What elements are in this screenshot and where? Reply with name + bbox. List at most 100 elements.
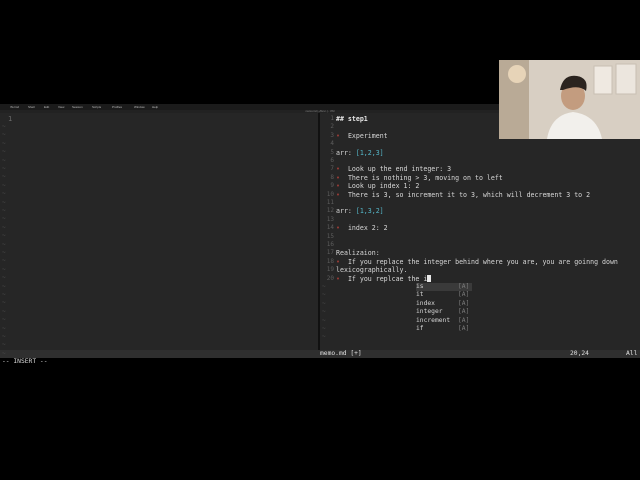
empty-line-marker: ~ — [2, 207, 6, 214]
bullet-marker: • — [336, 165, 340, 174]
editor-line[interactable]: • Look up the end integer: 3 — [336, 165, 451, 173]
line-number: 3 — [330, 131, 334, 139]
completion-label: increment — [416, 316, 451, 324]
completion-label: is — [416, 283, 424, 290]
line-text: Look up index 1: 2 — [347, 182, 420, 191]
empty-line-marker: ~ — [2, 123, 6, 130]
completion-item[interactable]: index [A] — [416, 300, 472, 308]
person-video-icon — [499, 60, 640, 139]
empty-line-marker: ~ — [2, 131, 6, 139]
line-number: 17 — [326, 249, 334, 257]
line-number: 5 — [330, 148, 334, 156]
empty-line-marker: ~ — [2, 139, 6, 147]
completion-item[interactable]: if [A] — [416, 325, 472, 333]
line-text: lexicographically. — [336, 266, 408, 275]
empty-line-marker: ~ — [2, 257, 6, 265]
editor-line[interactable]: • index 2: 2 — [336, 224, 388, 232]
line-text: Look up the end integer: 3 — [347, 165, 452, 174]
empty-line-marker: ~ — [2, 173, 6, 181]
bullet-marker: • — [336, 257, 340, 266]
text-cursor — [427, 274, 432, 282]
bullet-marker: • — [336, 173, 340, 182]
array-literal: [1,2,3] — [355, 148, 384, 157]
line-number: 7 — [330, 165, 334, 173]
editor-line[interactable]: ## step1 — [336, 115, 368, 123]
empty-line-marker: ~ — [2, 307, 6, 315]
webcam-overlay — [499, 60, 640, 139]
line-number: 20 — [326, 274, 334, 282]
completion-item[interactable]: is [A] — [416, 283, 472, 292]
editor-line[interactable]: • Look up index 1: 2 — [336, 182, 419, 190]
empty-line-marker: ~ — [2, 249, 6, 256]
empty-line-marker: ~ — [2, 198, 6, 206]
line-text: Experiment — [347, 131, 388, 140]
completion-kind: [A] — [458, 299, 470, 307]
empty-line-marker: ~ — [322, 325, 326, 332]
editor-line[interactable]: Realizaion: — [336, 249, 380, 257]
line-number: 9 — [330, 182, 334, 190]
empty-line-marker: ~ — [2, 341, 6, 349]
line-number: 15 — [326, 232, 334, 240]
status-filename: memo.md [+] — [320, 350, 362, 357]
completion-item[interactable]: integer [A] — [416, 308, 472, 316]
editor-line[interactable]: • Experiment — [336, 132, 388, 140]
empty-line-marker: ~ — [322, 283, 326, 290]
line-number: 12 — [326, 207, 334, 215]
line-text: There is nothing > 3, moving on to left — [347, 173, 503, 182]
empty-line-marker: ~ — [2, 316, 6, 324]
bullet-marker: • — [336, 131, 340, 140]
line-number: 19 — [326, 266, 334, 274]
empty-line-marker: ~ — [2, 223, 6, 231]
line-number: 11 — [326, 199, 334, 206]
empty-line-marker: ~ — [2, 165, 6, 172]
empty-line-marker: ~ — [322, 333, 326, 341]
empty-line-marker: ~ — [2, 291, 6, 298]
empty-line-marker: ~ — [2, 324, 6, 332]
completion-popup[interactable]: is [A] it [A] index [A] integer [A] increment [A]… — [416, 283, 472, 333]
status-scroll-indicator: All — [626, 350, 638, 357]
left-pane-line-number: 1 — [8, 115, 13, 123]
mode-indicator: -- INSERT -- — [2, 358, 48, 365]
editor-line[interactable]: arr: [1,3,2] — [336, 207, 384, 215]
empty-line-marker: ~ — [2, 215, 6, 223]
empty-line-marker: ~ — [322, 291, 326, 299]
empty-line-marker: ~ — [2, 282, 6, 290]
completion-label: index — [416, 299, 435, 307]
empty-line-marker: ~ — [2, 274, 6, 282]
empty-line-marker: ~ — [322, 308, 326, 316]
completion-kind: [A] — [458, 324, 470, 332]
line-number: 2 — [330, 123, 334, 131]
completion-kind: [A] — [458, 308, 470, 316]
empty-line-marker: ~ — [2, 190, 6, 198]
line-text: If you replace the integer behind where … — [347, 257, 618, 266]
line-number: 1 — [330, 115, 334, 122]
editor-line[interactable]: • If you replace the integer behind wher… — [336, 258, 618, 266]
line-number: 4 — [330, 140, 334, 148]
empty-line-marker: ~ — [2, 181, 6, 189]
editor-line[interactable]: • There is nothing > 3, moving on to lef… — [336, 174, 503, 182]
line-text: ## step1 — [336, 115, 368, 123]
empty-line-marker: ~ — [2, 333, 6, 340]
line-text: arr: — [336, 207, 356, 216]
status-cursor-position: 20,24 — [570, 350, 589, 357]
line-text: index 2: 2 — [347, 224, 388, 233]
line-number: 18 — [326, 257, 334, 265]
editor-line[interactable]: arr: [1,2,3] — [336, 149, 384, 157]
editor-line[interactable]: • There is 3, so increment it to 3, whic… — [336, 191, 590, 199]
line-text: If you replcae the i — [347, 274, 428, 283]
left-vim-pane[interactable] — [0, 113, 318, 350]
completion-item[interactable]: it [A] — [416, 291, 472, 299]
editor-line[interactable]: • If you replcae the i — [336, 274, 432, 283]
bullet-marker: • — [336, 182, 340, 191]
line-number: 16 — [326, 241, 334, 248]
line-number: 10 — [326, 190, 334, 198]
line-number: 13 — [326, 215, 334, 223]
array-literal: [1,3,2] — [355, 207, 384, 216]
completion-item[interactable]: increment [A] — [416, 317, 472, 325]
line-number: 8 — [330, 173, 334, 181]
empty-line-marker: ~ — [2, 240, 6, 248]
completion-label: if — [416, 324, 424, 332]
completion-label: integer — [416, 308, 443, 316]
completion-kind: [A] — [458, 316, 470, 324]
editor-line[interactable]: lexicographically. — [336, 266, 407, 274]
